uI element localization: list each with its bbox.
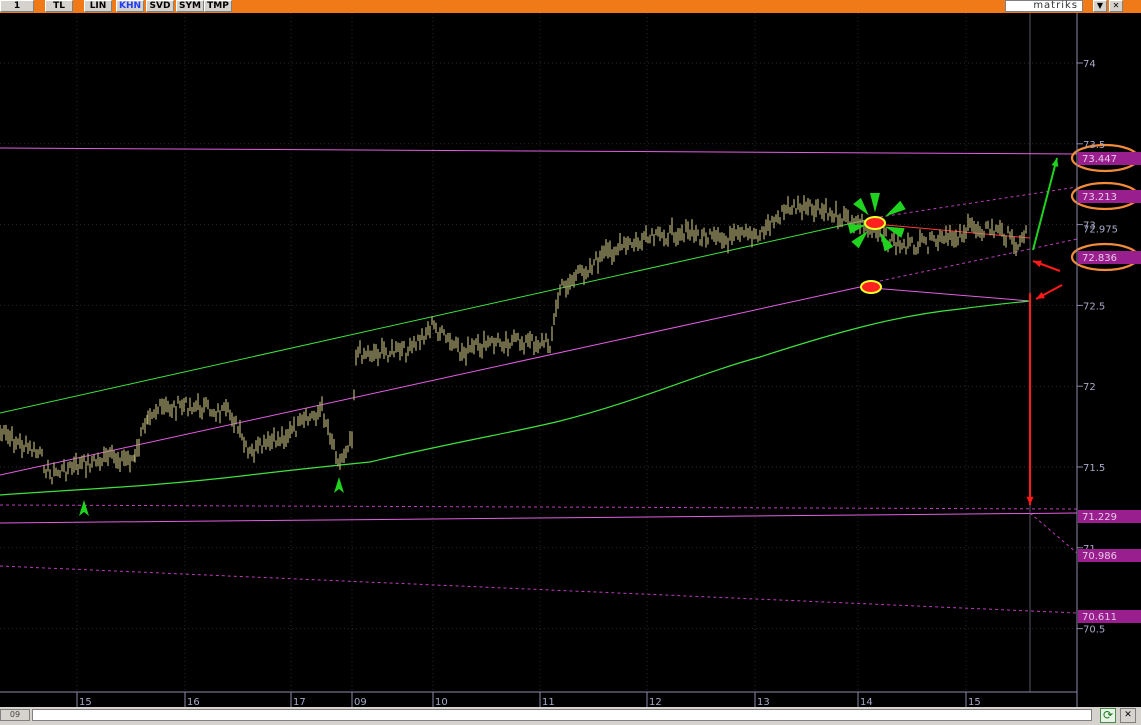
x-tick-label: 09 [354, 697, 367, 707]
status-left-label: 09 [0, 709, 30, 721]
toolbar-button-tl[interactable]: TL [45, 0, 73, 12]
level-label: 73.447 [1082, 154, 1117, 165]
status-bar: 09 ⟳ ✕ [0, 707, 1141, 725]
close-icon[interactable]: ✕ [1109, 0, 1123, 12]
toolbar-button-lin[interactable]: LIN [84, 0, 112, 12]
toolbar-button-tmp[interactable]: TMP [204, 0, 232, 12]
refresh-icon[interactable]: ⟳ [1100, 708, 1116, 723]
menu-dropdown-icon[interactable]: ▼ [1093, 0, 1107, 12]
x-tick-label: 17 [293, 697, 306, 707]
y-tick-label: 73.5 [1083, 140, 1105, 151]
level-label: 70.986 [1082, 551, 1117, 562]
status-field [32, 709, 1092, 721]
x-tick-label: 16 [187, 697, 200, 707]
x-tick-label: 15 [79, 697, 92, 707]
x-tick-label: 13 [757, 697, 770, 707]
last-price-label: 72.975 [1083, 225, 1118, 236]
x-tick-label: 11 [542, 697, 555, 707]
x-tick-label: 10 [435, 697, 448, 707]
level-label: 71.229 [1082, 512, 1117, 523]
chart-toolbar: 1 TL LIN KHN SVD SYM TMP matriks ▼ ✕ [0, 0, 1141, 13]
x-tick-label: 15 [968, 697, 981, 707]
y-tick-label: 70.5 [1083, 625, 1105, 636]
toolbar-button-svd[interactable]: SVD [146, 0, 174, 12]
level-label: 73.213 [1082, 192, 1117, 203]
y-tick-label: 74 [1083, 59, 1096, 70]
pivot-dot [864, 216, 886, 230]
chart-background [0, 13, 1141, 707]
price-chart[interactable]: 7473.57372.57271.57170.51516170910111213… [0, 13, 1141, 707]
x-tick-label: 14 [860, 697, 873, 707]
level-label: 70.611 [1082, 612, 1117, 623]
y-tick-label: 71.5 [1083, 463, 1105, 474]
level-label: 72.836 [1082, 253, 1117, 264]
x-tick-label: 12 [649, 697, 662, 707]
status-close-icon[interactable]: ✕ [1120, 708, 1136, 723]
toolbar-button-sym[interactable]: SYM [176, 0, 204, 12]
y-tick-label: 72 [1083, 382, 1096, 393]
pivot-dot [860, 280, 882, 294]
brand-logo: matriks [1005, 0, 1083, 12]
toolbar-button-khn[interactable]: KHN [116, 0, 144, 12]
y-tick-label: 72.5 [1083, 301, 1105, 312]
toolbar-button-1[interactable]: 1 [0, 0, 34, 12]
